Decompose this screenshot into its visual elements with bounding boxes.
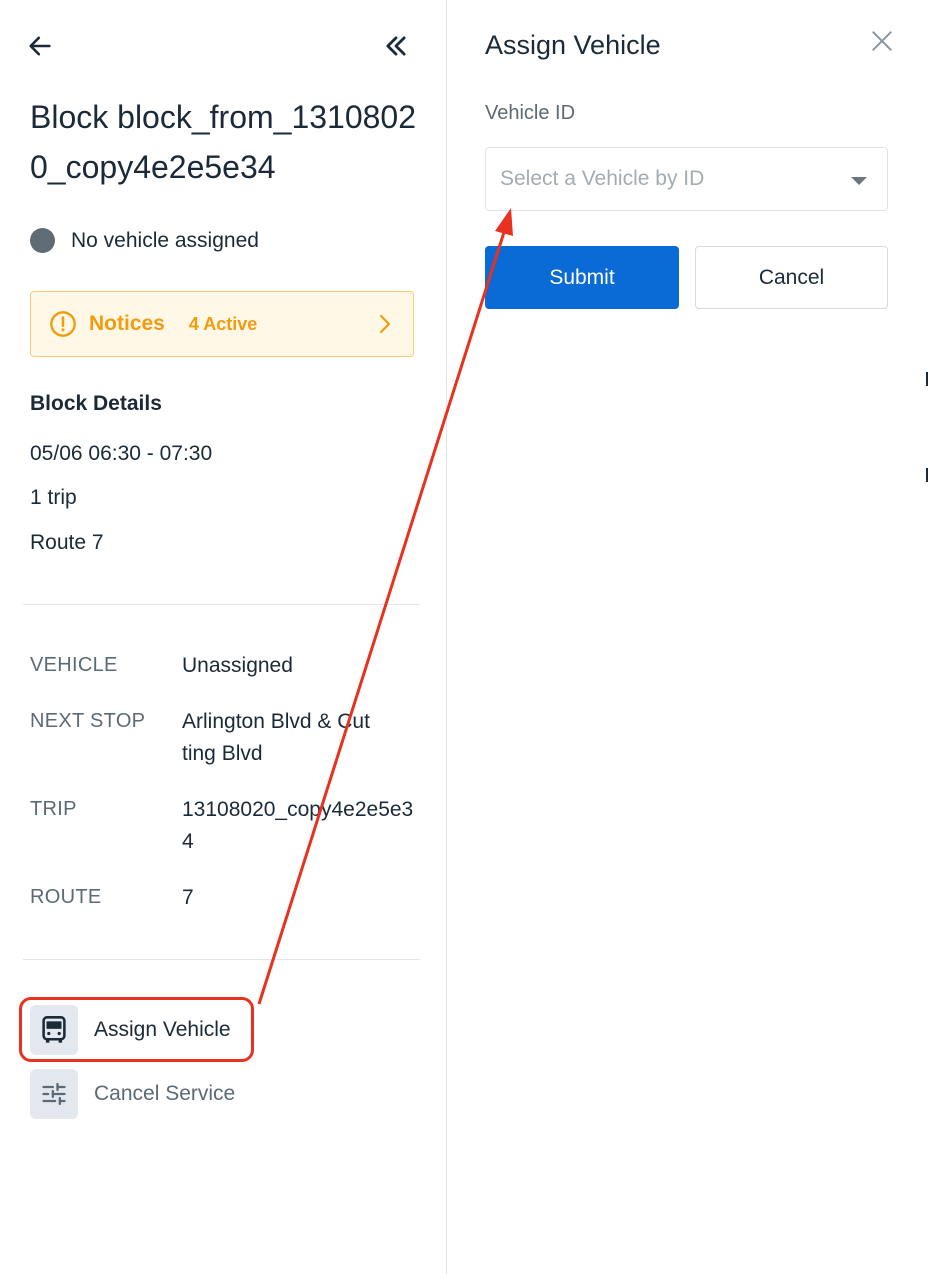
- select-placeholder: Select a Vehicle by ID: [500, 167, 705, 190]
- vehicle-id-select[interactable]: Select a Vehicle by ID: [485, 147, 888, 211]
- block-time-range: 05/06 06:30 - 07:30: [30, 442, 213, 465]
- notices-label: Notices: [89, 312, 165, 335]
- cancel-service-label: Cancel Service: [94, 1082, 236, 1105]
- divider: [23, 959, 420, 960]
- block-route: Route 7: [30, 531, 104, 554]
- chevron-right-icon: [379, 314, 391, 334]
- assign-vehicle-panel: Assign Vehicle Vehicle ID Select a Vehic…: [447, 0, 928, 1274]
- field-key-route: ROUTE: [30, 886, 102, 908]
- divider: [23, 604, 420, 605]
- cancel-service-action[interactable]: Cancel Service: [30, 1069, 235, 1119]
- warning-circle-icon: [50, 311, 76, 337]
- action-icon-box: [30, 1005, 78, 1055]
- close-button[interactable]: [869, 28, 895, 54]
- panel-title: Assign Vehicle: [485, 30, 661, 60]
- field-value-route: 7: [182, 886, 194, 909]
- cancel-button[interactable]: Cancel: [695, 246, 888, 309]
- field-key-vehicle: VEHICLE: [30, 654, 118, 676]
- block-details-panel: Block block_from_13108020_copy4e2e5e34 N…: [0, 0, 446, 1274]
- back-button[interactable]: [26, 32, 54, 60]
- action-icon-box: [30, 1069, 78, 1119]
- vehicle-status: No vehicle assigned: [30, 228, 259, 253]
- status-text: No vehicle assigned: [71, 228, 259, 252]
- assign-vehicle-label: Assign Vehicle: [94, 1018, 231, 1041]
- block-trip-count: 1 trip: [30, 486, 77, 509]
- field-key-trip: TRIP: [30, 798, 77, 820]
- caret-down-icon: [851, 177, 867, 185]
- status-dot: [30, 228, 55, 253]
- notices-count: 4 Active: [188, 313, 258, 334]
- double-chevron-left-icon: [386, 36, 406, 56]
- field-value-trip: 13108020_copy4e2e5e34: [182, 798, 414, 853]
- sliders-icon: [42, 1082, 66, 1106]
- assign-vehicle-action[interactable]: Assign Vehicle: [30, 1005, 231, 1055]
- notices-banner[interactable]: Notices 4 Active: [30, 291, 414, 357]
- collapse-panel-button[interactable]: [382, 32, 410, 60]
- block-title: Block block_from_13108020_copy4e2e5e34: [30, 99, 417, 185]
- arrow-left-icon: [29, 36, 51, 56]
- close-icon: [872, 31, 892, 51]
- submit-button[interactable]: Submit: [485, 246, 679, 309]
- vehicle-id-label: Vehicle ID: [485, 102, 576, 124]
- field-key-next-stop: NEXT STOP: [30, 710, 146, 732]
- block-details-heading: Block Details: [30, 392, 162, 415]
- field-value-vehicle: Unassigned: [182, 654, 293, 677]
- bus-icon: [42, 1016, 66, 1043]
- field-value-next-stop: Arlington Blvd & Cutting Blvd: [182, 710, 370, 765]
